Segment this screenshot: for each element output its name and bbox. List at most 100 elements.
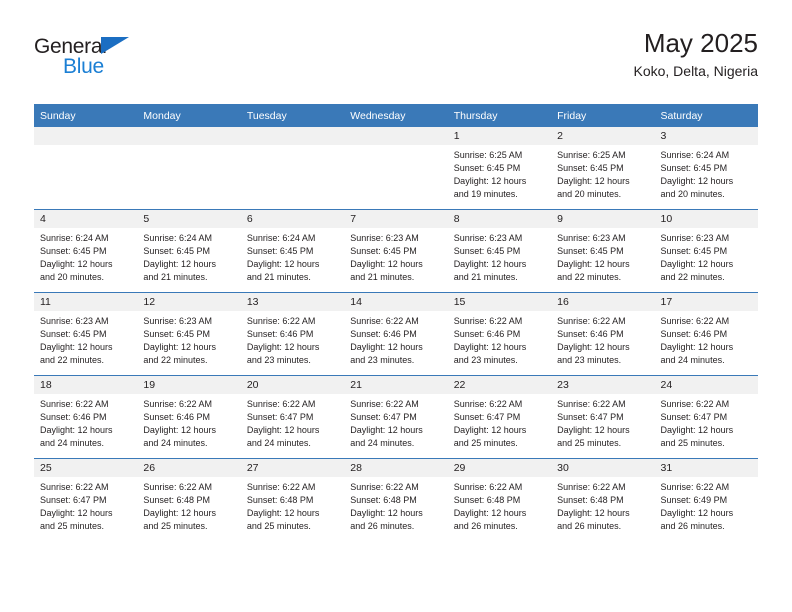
calendar-day-cell[interactable]: 31 Sunrise: 6:22 AM Sunset: 6:49 PM Dayligh… xyxy=(654,458,758,541)
weekday-header-saturday: Saturday xyxy=(654,104,758,127)
weekday-header-monday: Monday xyxy=(137,104,241,127)
calendar-day-cell[interactable]: 13 Sunrise: 6:22 AM Sunset: 6:46 PM Dayligh… xyxy=(240,292,345,376)
calendar-day-cell[interactable]: 2 Sunrise: 6:25 AM Sunset: 6:45 PM Daylight… xyxy=(551,127,655,210)
calendar-day-cell[interactable]: 12 Sunrise: 6:23 AM Sunset: 6:45 PM Dayligh… xyxy=(137,292,241,376)
calendar-day-cell-empty xyxy=(137,127,241,210)
daylight-duration-line-1: Daylight: 12 hours xyxy=(660,259,734,269)
day-details: Sunrise: 6:22 AM Sunset: 6:47 PM Daylight:… xyxy=(241,394,344,450)
day-details: Sunrise: 6:22 AM Sunset: 6:46 PM Daylight:… xyxy=(241,311,344,367)
calendar-day-cell[interactable]: 24 Sunrise: 6:22 AM Sunset: 6:47 PM Dayligh… xyxy=(654,375,758,459)
sunset-time: Sunset: 6:45 PM xyxy=(557,163,624,173)
calendar-day-cell[interactable]: 20 Sunrise: 6:22 AM Sunset: 6:47 PM Dayligh… xyxy=(240,375,345,459)
calendar-day-cell[interactable]: 9 Sunrise: 6:23 AM Sunset: 6:45 PM Daylight… xyxy=(551,209,655,293)
calendar-day-cell[interactable]: 28 Sunrise: 6:22 AM Sunset: 6:48 PM Dayligh… xyxy=(344,458,448,541)
day-details: Sunrise: 6:24 AM Sunset: 6:45 PM Daylight:… xyxy=(241,228,344,284)
daylight-duration-line-2: and 24 minutes. xyxy=(660,355,725,365)
day-details: Sunrise: 6:23 AM Sunset: 6:45 PM Daylight:… xyxy=(655,228,758,284)
calendar-day-cell[interactable]: 30 Sunrise: 6:22 AM Sunset: 6:48 PM Dayligh… xyxy=(551,458,655,541)
day-details: Sunrise: 6:23 AM Sunset: 6:45 PM Daylight:… xyxy=(551,228,654,284)
calendar-day-cell[interactable]: 18 Sunrise: 6:22 AM Sunset: 6:46 PM Dayligh… xyxy=(34,375,138,459)
daylight-duration-line-2: and 23 minutes. xyxy=(246,355,311,365)
calendar-day-cell[interactable]: 16 Sunrise: 6:22 AM Sunset: 6:46 PM Dayligh… xyxy=(551,292,655,376)
sunrise-time: Sunrise: 6:22 AM xyxy=(453,399,523,409)
day-number xyxy=(34,127,138,145)
sunrise-time: Sunrise: 6:23 AM xyxy=(660,233,730,243)
calendar-day-cell-empty xyxy=(344,127,448,210)
day-details: Sunrise: 6:22 AM Sunset: 6:49 PM Daylight:… xyxy=(655,477,758,533)
daylight-duration-line-2: and 26 minutes. xyxy=(350,521,415,531)
sunrise-time: Sunrise: 6:24 AM xyxy=(660,150,730,160)
daylight-duration-line-1: Daylight: 12 hours xyxy=(453,259,527,269)
sunset-time: Sunset: 6:48 PM xyxy=(350,495,417,505)
daylight-duration-line-1: Daylight: 12 hours xyxy=(660,176,734,186)
calendar-day-cell[interactable]: 19 Sunrise: 6:22 AM Sunset: 6:46 PM Dayligh… xyxy=(137,375,241,459)
daylight-duration-line-2: and 25 minutes. xyxy=(453,438,518,448)
calendar-day-cell[interactable]: 22 Sunrise: 6:22 AM Sunset: 6:47 PM Dayligh… xyxy=(447,375,552,459)
calendar-week-row: 4 Sunrise: 6:24 AM Sunset: 6:45 PM Daylight… xyxy=(34,209,758,293)
day-details: Sunrise: 6:22 AM Sunset: 6:46 PM Daylight:… xyxy=(344,311,447,367)
daylight-duration-line-2: and 25 minutes. xyxy=(557,438,622,448)
sunrise-time: Sunrise: 6:24 AM xyxy=(143,233,212,243)
daylight-duration-line-1: Daylight: 12 hours xyxy=(557,259,630,269)
sunset-time: Sunset: 6:46 PM xyxy=(246,329,314,339)
day-details: Sunrise: 6:24 AM Sunset: 6:45 PM Daylight:… xyxy=(655,145,758,201)
day-number: 20 xyxy=(240,376,345,394)
logo-text-blue: Blue xyxy=(63,55,104,78)
calendar-day-cell[interactable]: 15 Sunrise: 6:22 AM Sunset: 6:46 PM Dayligh… xyxy=(447,292,552,376)
general-blue-logo[interactable]: General Blue xyxy=(34,36,154,88)
weekday-header-wednesday: Wednesday xyxy=(344,104,448,127)
calendar-day-cell[interactable]: 21 Sunrise: 6:22 AM Sunset: 6:47 PM Dayligh… xyxy=(344,375,448,459)
calendar-day-cell[interactable]: 4 Sunrise: 6:24 AM Sunset: 6:45 PM Daylight… xyxy=(34,209,138,293)
day-details: Sunrise: 6:22 AM Sunset: 6:46 PM Daylight:… xyxy=(655,311,758,367)
sunset-time: Sunset: 6:45 PM xyxy=(40,329,107,339)
calendar-day-cell[interactable]: 23 Sunrise: 6:22 AM Sunset: 6:47 PM Dayligh… xyxy=(551,375,655,459)
calendar-day-cell[interactable]: 17 Sunrise: 6:22 AM Sunset: 6:46 PM Dayligh… xyxy=(654,292,758,376)
calendar-day-cell[interactable]: 27 Sunrise: 6:22 AM Sunset: 6:48 PM Dayligh… xyxy=(240,458,345,541)
calendar-week-row: 25 Sunrise: 6:22 AM Sunset: 6:47 PM Dayligh… xyxy=(34,458,758,541)
day-number: 30 xyxy=(551,459,655,477)
day-number: 15 xyxy=(447,293,552,311)
sunrise-time: Sunrise: 6:22 AM xyxy=(557,316,626,326)
day-number: 12 xyxy=(137,293,241,311)
daylight-duration-line-2: and 21 minutes. xyxy=(453,272,518,282)
day-details: Sunrise: 6:22 AM Sunset: 6:46 PM Daylight:… xyxy=(551,311,654,367)
daylight-duration-line-1: Daylight: 12 hours xyxy=(453,508,527,518)
sunset-time: Sunset: 6:45 PM xyxy=(660,246,728,256)
daylight-duration-line-2: and 25 minutes. xyxy=(40,521,105,531)
day-number: 17 xyxy=(654,293,758,311)
calendar-week-row: 1 Sunrise: 6:25 AM Sunset: 6:45 PM Daylight… xyxy=(34,127,758,210)
sunset-time: Sunset: 6:47 PM xyxy=(660,412,728,422)
calendar-day-cell[interactable]: 29 Sunrise: 6:22 AM Sunset: 6:48 PM Dayligh… xyxy=(447,458,552,541)
calendar-day-cell[interactable]: 25 Sunrise: 6:22 AM Sunset: 6:47 PM Dayligh… xyxy=(34,458,138,541)
calendar-day-cell[interactable]: 14 Sunrise: 6:22 AM Sunset: 6:46 PM Dayligh… xyxy=(344,292,448,376)
calendar-table: Sunday Monday Tuesday Wednesday Thursday… xyxy=(34,104,758,541)
day-number: 7 xyxy=(344,210,448,228)
day-number: 5 xyxy=(137,210,241,228)
calendar-day-cell[interactable]: 11 Sunrise: 6:23 AM Sunset: 6:45 PM Dayligh… xyxy=(34,292,138,376)
daylight-duration-line-2: and 22 minutes. xyxy=(660,272,725,282)
calendar-day-cell[interactable]: 5 Sunrise: 6:24 AM Sunset: 6:45 PM Daylight… xyxy=(137,209,241,293)
calendar-day-cell[interactable]: 7 Sunrise: 6:23 AM Sunset: 6:45 PM Daylight… xyxy=(344,209,448,293)
calendar-day-cell[interactable]: 26 Sunrise: 6:22 AM Sunset: 6:48 PM Dayligh… xyxy=(137,458,241,541)
sunset-time: Sunset: 6:45 PM xyxy=(246,246,314,256)
calendar-day-cell[interactable]: 8 Sunrise: 6:23 AM Sunset: 6:45 PM Daylight… xyxy=(447,209,552,293)
calendar-day-cell[interactable]: 3 Sunrise: 6:24 AM Sunset: 6:45 PM Daylight… xyxy=(654,127,758,210)
day-details: Sunrise: 6:22 AM Sunset: 6:48 PM Daylight:… xyxy=(344,477,447,533)
day-number: 14 xyxy=(344,293,448,311)
sunrise-time: Sunrise: 6:22 AM xyxy=(246,399,316,409)
calendar-day-cell[interactable]: 6 Sunrise: 6:24 AM Sunset: 6:45 PM Daylight… xyxy=(240,209,345,293)
daylight-duration-line-1: Daylight: 12 hours xyxy=(350,425,423,435)
daylight-duration-line-2: and 21 minutes. xyxy=(350,272,415,282)
calendar-day-cell[interactable]: 10 Sunrise: 6:23 AM Sunset: 6:45 PM Dayligh… xyxy=(654,209,758,293)
day-number: 3 xyxy=(654,127,758,145)
daylight-duration-line-1: Daylight: 12 hours xyxy=(40,259,113,269)
daylight-duration-line-2: and 22 minutes. xyxy=(557,272,622,282)
day-number: 2 xyxy=(551,127,655,145)
sunset-time: Sunset: 6:47 PM xyxy=(246,412,314,422)
daylight-duration-line-2: and 25 minutes. xyxy=(660,438,725,448)
calendar-day-cell[interactable]: 1 Sunrise: 6:25 AM Sunset: 6:45 PM Daylight… xyxy=(447,127,552,210)
daylight-duration-line-1: Daylight: 12 hours xyxy=(453,425,527,435)
daylight-duration-line-1: Daylight: 12 hours xyxy=(143,342,216,352)
day-number: 31 xyxy=(654,459,758,477)
sunrise-time: Sunrise: 6:22 AM xyxy=(660,399,730,409)
